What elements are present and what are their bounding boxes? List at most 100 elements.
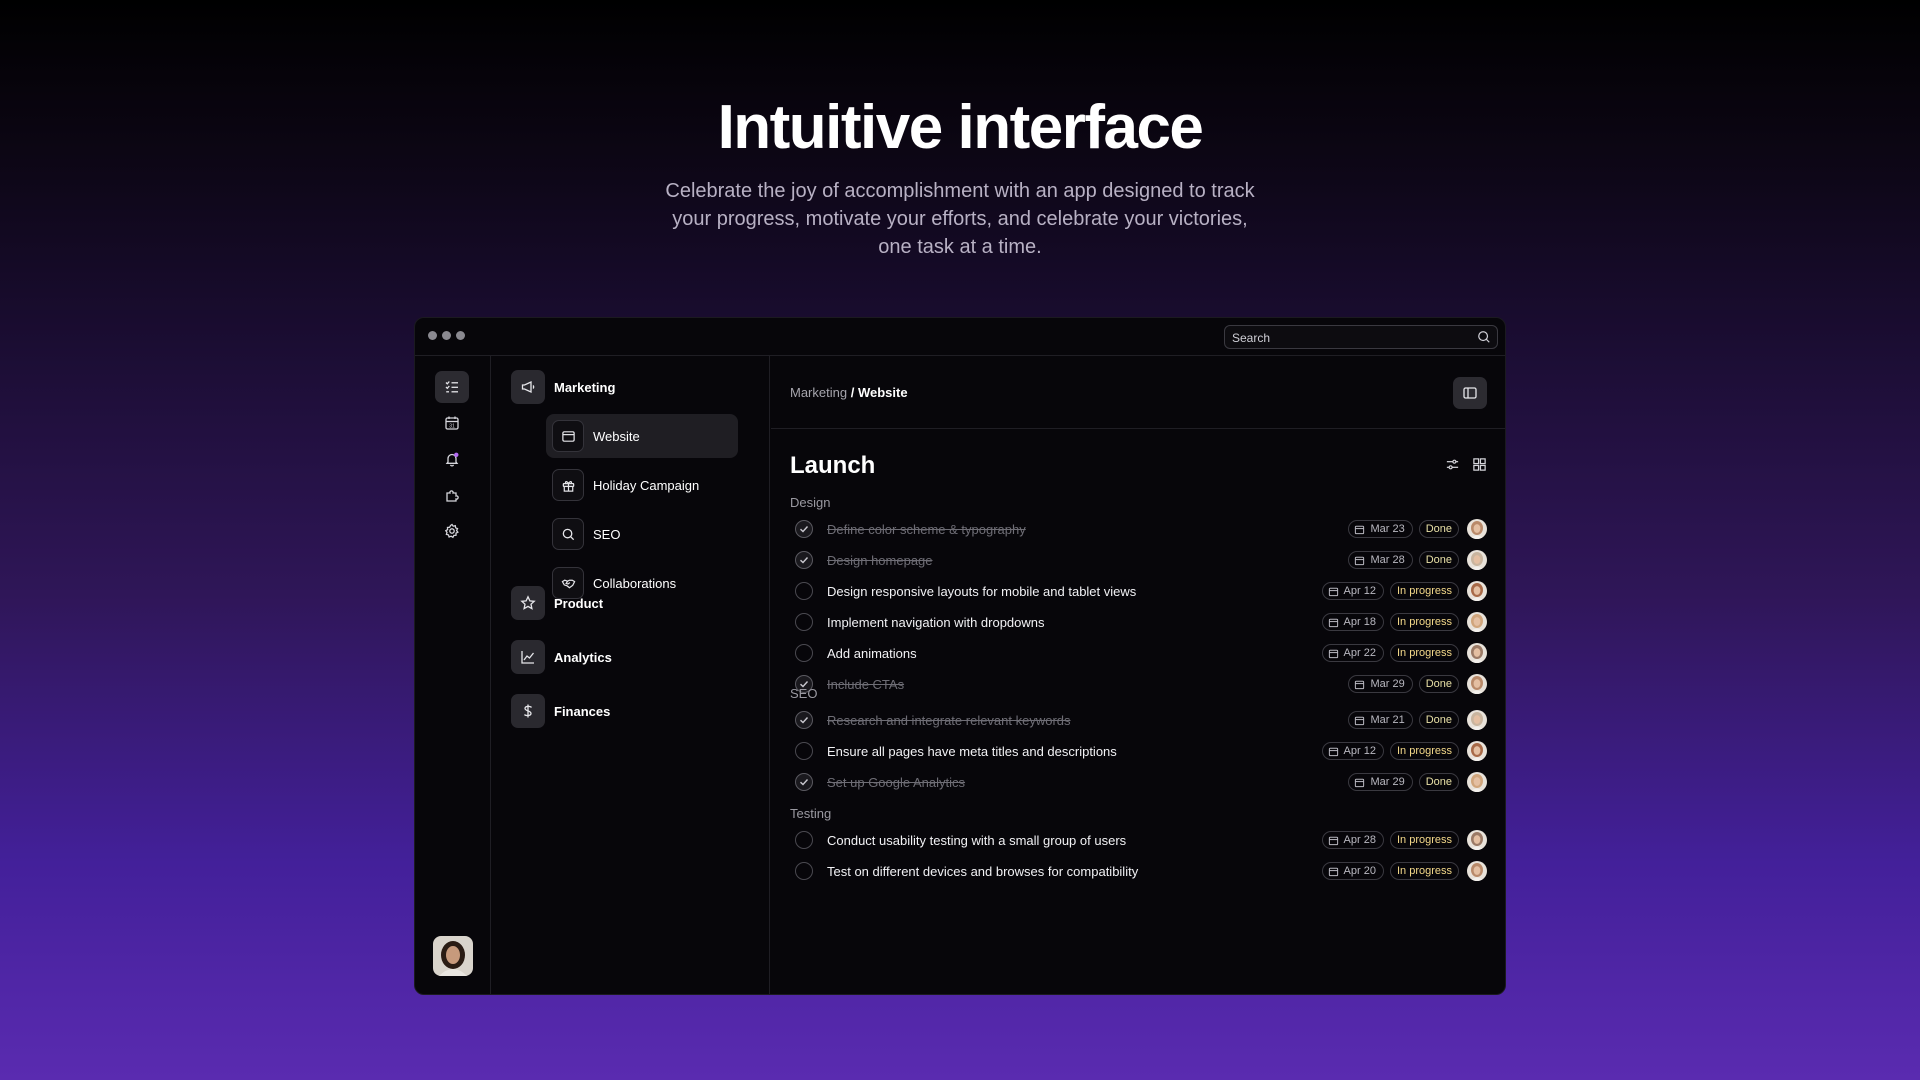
filter-sliders-icon[interactable] <box>1445 457 1460 472</box>
task-due-date[interactable]: Apr 22 <box>1321 644 1384 662</box>
task-due-date[interactable]: Mar 21 <box>1348 711 1413 729</box>
search-input[interactable]: Search <box>1224 325 1498 349</box>
task-row[interactable]: Define color scheme & typography Mar 23 Do… <box>790 517 1487 541</box>
task-due-date[interactable]: Apr 12 <box>1321 582 1384 600</box>
task-checkbox[interactable] <box>795 551 813 569</box>
nav-item-website[interactable]: Website <box>546 414 738 458</box>
toggle-sidebar-button[interactable] <box>1453 377 1487 409</box>
nav-item-label: Website <box>593 428 640 444</box>
rail-settings-button[interactable] <box>435 515 469 547</box>
assignee-avatar[interactable] <box>1467 612 1487 632</box>
task-row[interactable]: Design homepage Mar 28 Done <box>790 548 1487 572</box>
rail-integrations-button[interactable] <box>435 479 469 511</box>
nav-item-holiday-campaign[interactable]: Holiday Campaign <box>546 463 738 507</box>
section-label: SEO <box>790 686 818 701</box>
assignee-avatar[interactable] <box>1467 674 1487 694</box>
project-navigation: Marketing Website Holiday Campaign SEO C… <box>492 356 770 994</box>
task-row[interactable]: Conduct usability testing with a small g… <box>790 828 1487 852</box>
task-due-date[interactable]: Apr 20 <box>1321 862 1384 880</box>
task-due-date[interactable]: Mar 23 <box>1348 520 1413 538</box>
assignee-avatar[interactable] <box>1467 581 1487 601</box>
task-status-badge[interactable]: Done <box>1418 711 1459 729</box>
window-dot-close[interactable] <box>428 331 437 340</box>
title-bar: Search <box>415 318 1505 356</box>
nav-group-product[interactable]: Product <box>511 585 603 621</box>
assignee-avatar[interactable] <box>1467 772 1487 792</box>
task-row[interactable]: Research and integrate relevant keywords… <box>790 708 1487 732</box>
megaphone-icon <box>521 380 535 394</box>
calendar-icon <box>1328 747 1338 756</box>
nav-group-finances[interactable]: Finances <box>511 693 610 729</box>
task-checkbox[interactable] <box>795 644 813 662</box>
task-checkbox[interactable] <box>795 742 813 760</box>
task-date-text: Apr 20 <box>1343 865 1376 877</box>
task-date-text: Apr 12 <box>1343 585 1376 597</box>
sidebar-panel-icon <box>1463 387 1477 399</box>
assignee-avatar[interactable] <box>1467 643 1487 663</box>
search-placeholder: Search <box>1232 331 1271 345</box>
task-status-badge[interactable]: In progress <box>1389 742 1459 760</box>
task-due-date[interactable]: Mar 29 <box>1348 773 1413 791</box>
breadcrumb-parent[interactable]: Marketing <box>790 385 847 400</box>
task-status-badge[interactable]: Done <box>1418 773 1459 791</box>
task-checkbox[interactable] <box>795 831 813 849</box>
checkmark-icon <box>800 557 809 564</box>
window-dot-maximize[interactable] <box>456 331 465 340</box>
task-row[interactable]: Test on different devices and browses fo… <box>790 859 1487 883</box>
calendar-icon <box>1328 867 1338 876</box>
task-checkbox[interactable] <box>795 582 813 600</box>
assignee-avatar[interactable] <box>1467 710 1487 730</box>
assignee-avatar[interactable] <box>1467 519 1487 539</box>
task-row[interactable]: Design responsive layouts for mobile and… <box>790 579 1487 603</box>
task-status-badge[interactable]: In progress <box>1389 582 1459 600</box>
star-icon <box>520 595 536 610</box>
task-status-badge[interactable]: In progress <box>1389 644 1459 662</box>
task-status-badge[interactable]: Done <box>1418 520 1459 538</box>
task-status-badge[interactable]: In progress <box>1389 613 1459 631</box>
nav-group-marketing[interactable]: Marketing <box>511 369 615 405</box>
search-icon <box>1478 331 1490 343</box>
task-checkbox[interactable] <box>795 613 813 631</box>
task-status-badge[interactable]: In progress <box>1389 831 1459 849</box>
window-dot-minimize[interactable] <box>442 331 451 340</box>
task-status-badge[interactable]: In progress <box>1389 862 1459 880</box>
rail-tasks-button[interactable] <box>435 371 469 403</box>
dollar-icon <box>523 704 533 718</box>
task-title: Include CTAs <box>827 676 905 692</box>
task-title: Research and integrate relevant keywords <box>827 712 1071 728</box>
task-row[interactable]: Set up Google Analytics Mar 29 Done <box>790 770 1487 794</box>
calendar-icon <box>1328 649 1338 658</box>
nav-item-seo[interactable]: SEO <box>546 512 738 556</box>
task-due-date[interactable]: Apr 28 <box>1321 831 1384 849</box>
task-date-text: Mar 28 <box>1370 554 1405 566</box>
task-row[interactable]: Implement navigation with dropdowns Apr 1… <box>790 610 1487 634</box>
rail-notifications-button[interactable] <box>435 443 469 475</box>
task-status-badge[interactable]: Done <box>1418 551 1459 569</box>
task-due-date[interactable]: Mar 28 <box>1348 551 1413 569</box>
assignee-avatar[interactable] <box>1467 861 1487 881</box>
nav-group-analytics[interactable]: Analytics <box>511 639 612 675</box>
task-row[interactable]: Add animations Apr 22 In progress <box>790 641 1487 665</box>
task-row[interactable]: Ensure all pages have meta titles and de… <box>790 739 1487 763</box>
rail-calendar-button[interactable]: 31 <box>435 407 469 439</box>
assignee-avatar[interactable] <box>1467 830 1487 850</box>
browser-window-icon <box>561 430 575 442</box>
grid-view-icon[interactable] <box>1472 457 1487 472</box>
calendar-icon <box>1355 556 1365 565</box>
task-due-date[interactable]: Mar 29 <box>1348 675 1413 693</box>
nav-item-label: Collaborations <box>593 575 677 591</box>
task-due-date[interactable]: Apr 18 <box>1321 613 1384 631</box>
calendar-icon <box>1328 836 1338 845</box>
task-date-text: Mar 21 <box>1370 714 1405 726</box>
user-avatar[interactable] <box>433 936 473 976</box>
task-checkbox[interactable] <box>795 711 813 729</box>
task-row[interactable]: Include CTAs Mar 29 Done <box>790 672 1487 696</box>
assignee-avatar[interactable] <box>1467 741 1487 761</box>
task-checkbox[interactable] <box>795 862 813 880</box>
task-due-date[interactable]: Apr 12 <box>1321 742 1384 760</box>
task-checkbox[interactable] <box>795 520 813 538</box>
search-icon <box>562 528 574 540</box>
task-status-badge[interactable]: Done <box>1418 675 1459 693</box>
assignee-avatar[interactable] <box>1467 550 1487 570</box>
task-checkbox[interactable] <box>795 773 813 791</box>
